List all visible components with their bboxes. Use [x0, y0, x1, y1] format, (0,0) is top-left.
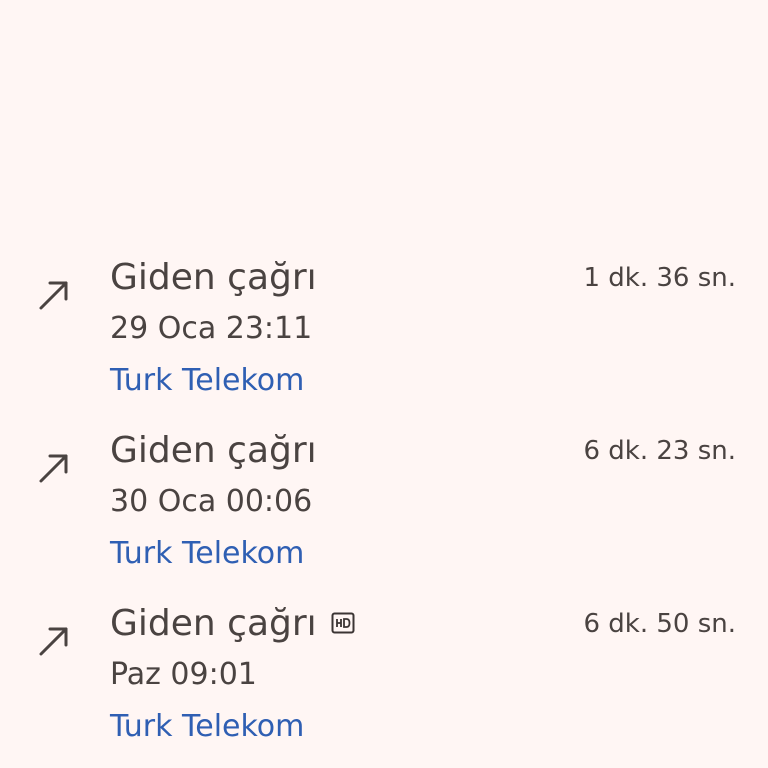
- call-type-label: Giden çağrı: [110, 256, 317, 298]
- call-datetime: 29 Oca 23:11: [110, 311, 313, 346]
- call-datetime: Paz 09:01: [110, 657, 257, 692]
- call-duration: 6 dk. 23 sn.: [583, 436, 736, 466]
- call-title-line: Giden çağrı: [110, 600, 355, 646]
- call-duration: 6 dk. 50 sn.: [583, 609, 736, 639]
- call-carrier: Turk Telekom: [110, 363, 305, 398]
- call-history-item[interactable]: Giden çağrı 1 dk. 36 sn. 29 Oca 23:11 Tu…: [0, 241, 768, 414]
- call-duration: 1 dk. 36 sn.: [583, 263, 736, 293]
- call-title-line: Giden çağrı: [110, 254, 317, 300]
- call-datetime: 30 Oca 00:06: [110, 484, 313, 519]
- outgoing-call-arrow-icon: [36, 277, 72, 313]
- call-title-line: Giden çağrı: [110, 427, 317, 473]
- call-carrier: Turk Telekom: [110, 709, 305, 744]
- call-history-item[interactable]: Giden çağrı 6 dk. 50 sn. Paz 09:01 Turk …: [0, 587, 768, 760]
- call-history-item[interactable]: Giden çağrı 6 dk. 23 sn. 30 Oca 00:06 Tu…: [0, 414, 768, 587]
- outgoing-call-arrow-icon: [36, 623, 72, 659]
- outgoing-call-arrow-icon: [36, 450, 72, 486]
- call-carrier: Turk Telekom: [110, 536, 305, 571]
- call-history-list: Giden çağrı 1 dk. 36 sn. 29 Oca 23:11 Tu…: [0, 241, 768, 760]
- call-type-label: Giden çağrı: [110, 429, 317, 471]
- hd-voice-icon: [331, 611, 355, 635]
- call-type-label: Giden çağrı: [110, 602, 317, 644]
